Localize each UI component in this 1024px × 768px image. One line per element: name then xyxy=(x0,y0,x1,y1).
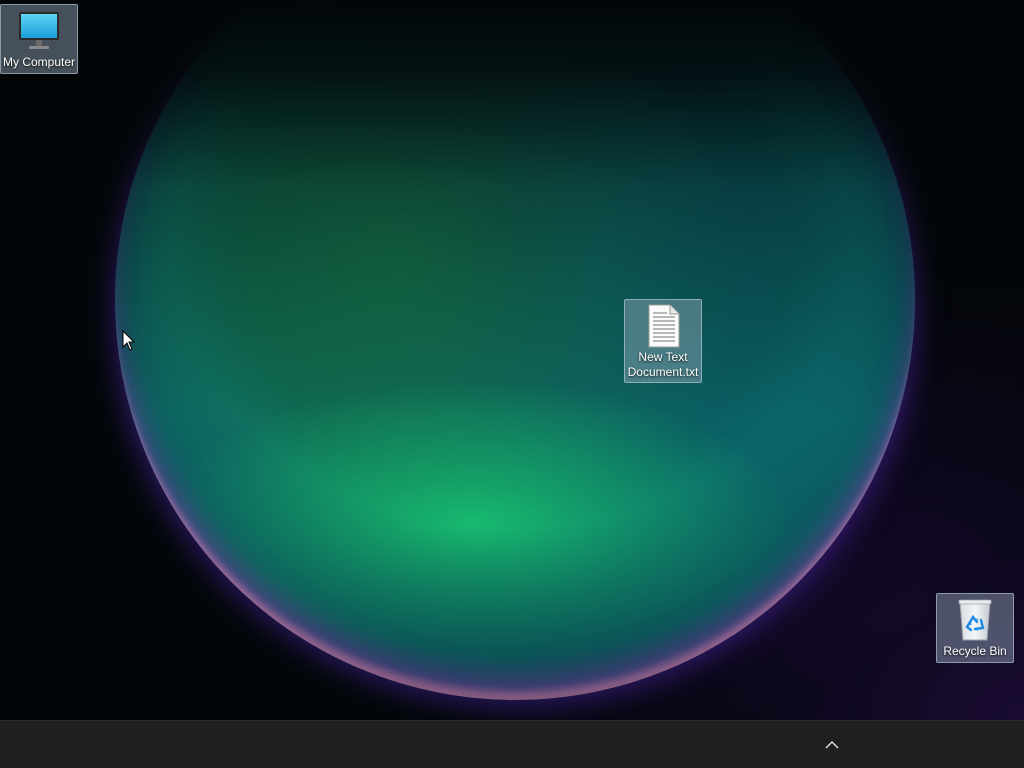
desktop[interactable]: My Computer New Text Document.txt Recycl… xyxy=(0,0,1024,720)
desktop-icon-label: New Text Document.txt xyxy=(627,350,699,379)
recycle-bin-icon xyxy=(958,599,992,641)
show-hidden-icons-button[interactable] xyxy=(818,731,846,759)
desktop-icon-label: Recycle Bin xyxy=(943,644,1007,658)
desktop-icon-new-text-document[interactable]: New Text Document.txt xyxy=(624,299,702,383)
monitor-icon xyxy=(19,12,59,49)
desktop-icon-my-computer[interactable]: My Computer xyxy=(0,4,78,74)
desktop-icon-recycle-bin[interactable]: Recycle Bin xyxy=(936,593,1014,663)
taskbar xyxy=(0,720,1024,768)
desktop-icon-label: My Computer xyxy=(2,55,76,69)
chevron-up-icon xyxy=(825,741,839,749)
mouse-cursor-icon xyxy=(122,330,136,351)
text-document-icon xyxy=(648,304,680,348)
